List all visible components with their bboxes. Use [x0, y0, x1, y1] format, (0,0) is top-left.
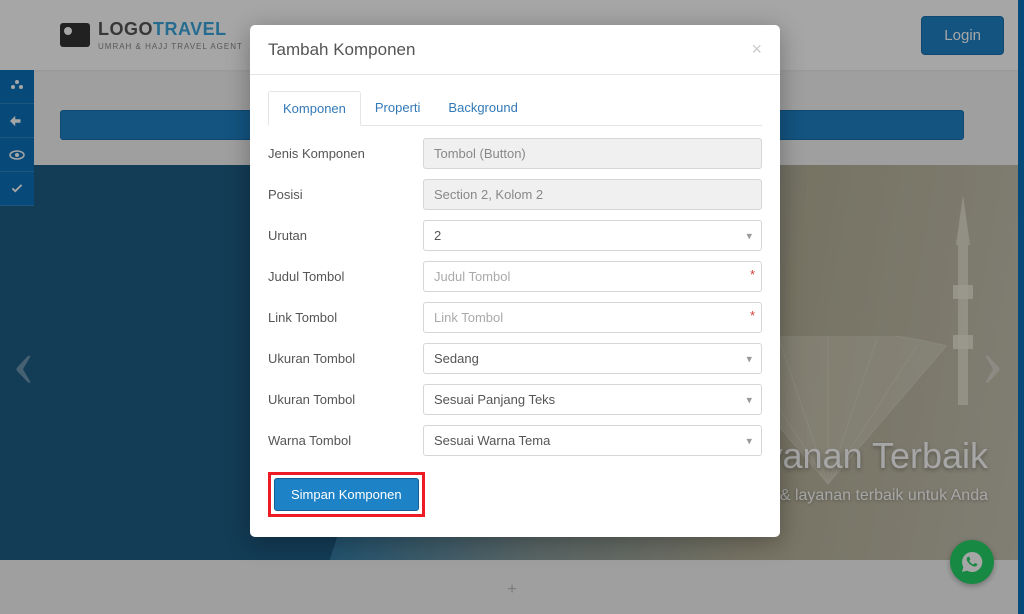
- field-link[interactable]: [423, 302, 762, 333]
- label-jenis: Jenis Komponen: [268, 146, 423, 161]
- close-icon[interactable]: ×: [751, 39, 762, 60]
- submit-highlight-box: Simpan Komponen: [268, 472, 425, 517]
- field-jenis: [423, 138, 762, 169]
- modal-header: Tambah Komponen ×: [250, 25, 780, 75]
- label-judul: Judul Tombol: [268, 269, 423, 284]
- label-link: Link Tombol: [268, 310, 423, 325]
- field-urutan[interactable]: [423, 220, 762, 251]
- label-ukuran2: Ukuran Tombol: [268, 392, 423, 407]
- add-component-modal: Tambah Komponen × Komponen Properti Back…: [250, 25, 780, 537]
- save-component-button[interactable]: Simpan Komponen: [274, 478, 419, 511]
- tab-komponen[interactable]: Komponen: [268, 91, 361, 126]
- tab-properti[interactable]: Properti: [361, 91, 435, 125]
- label-urutan: Urutan: [268, 228, 423, 243]
- field-warna[interactable]: [423, 425, 762, 456]
- label-warna: Warna Tombol: [268, 433, 423, 448]
- label-ukuran1: Ukuran Tombol: [268, 351, 423, 366]
- field-ukuran2[interactable]: [423, 384, 762, 415]
- field-ukuran1[interactable]: [423, 343, 762, 374]
- field-posisi: [423, 179, 762, 210]
- tab-background[interactable]: Background: [434, 91, 531, 125]
- modal-title: Tambah Komponen: [268, 40, 415, 60]
- field-judul[interactable]: [423, 261, 762, 292]
- modal-tabs: Komponen Properti Background: [268, 91, 762, 126]
- label-posisi: Posisi: [268, 187, 423, 202]
- modal-body: Komponen Properti Background Jenis Kompo…: [250, 75, 780, 537]
